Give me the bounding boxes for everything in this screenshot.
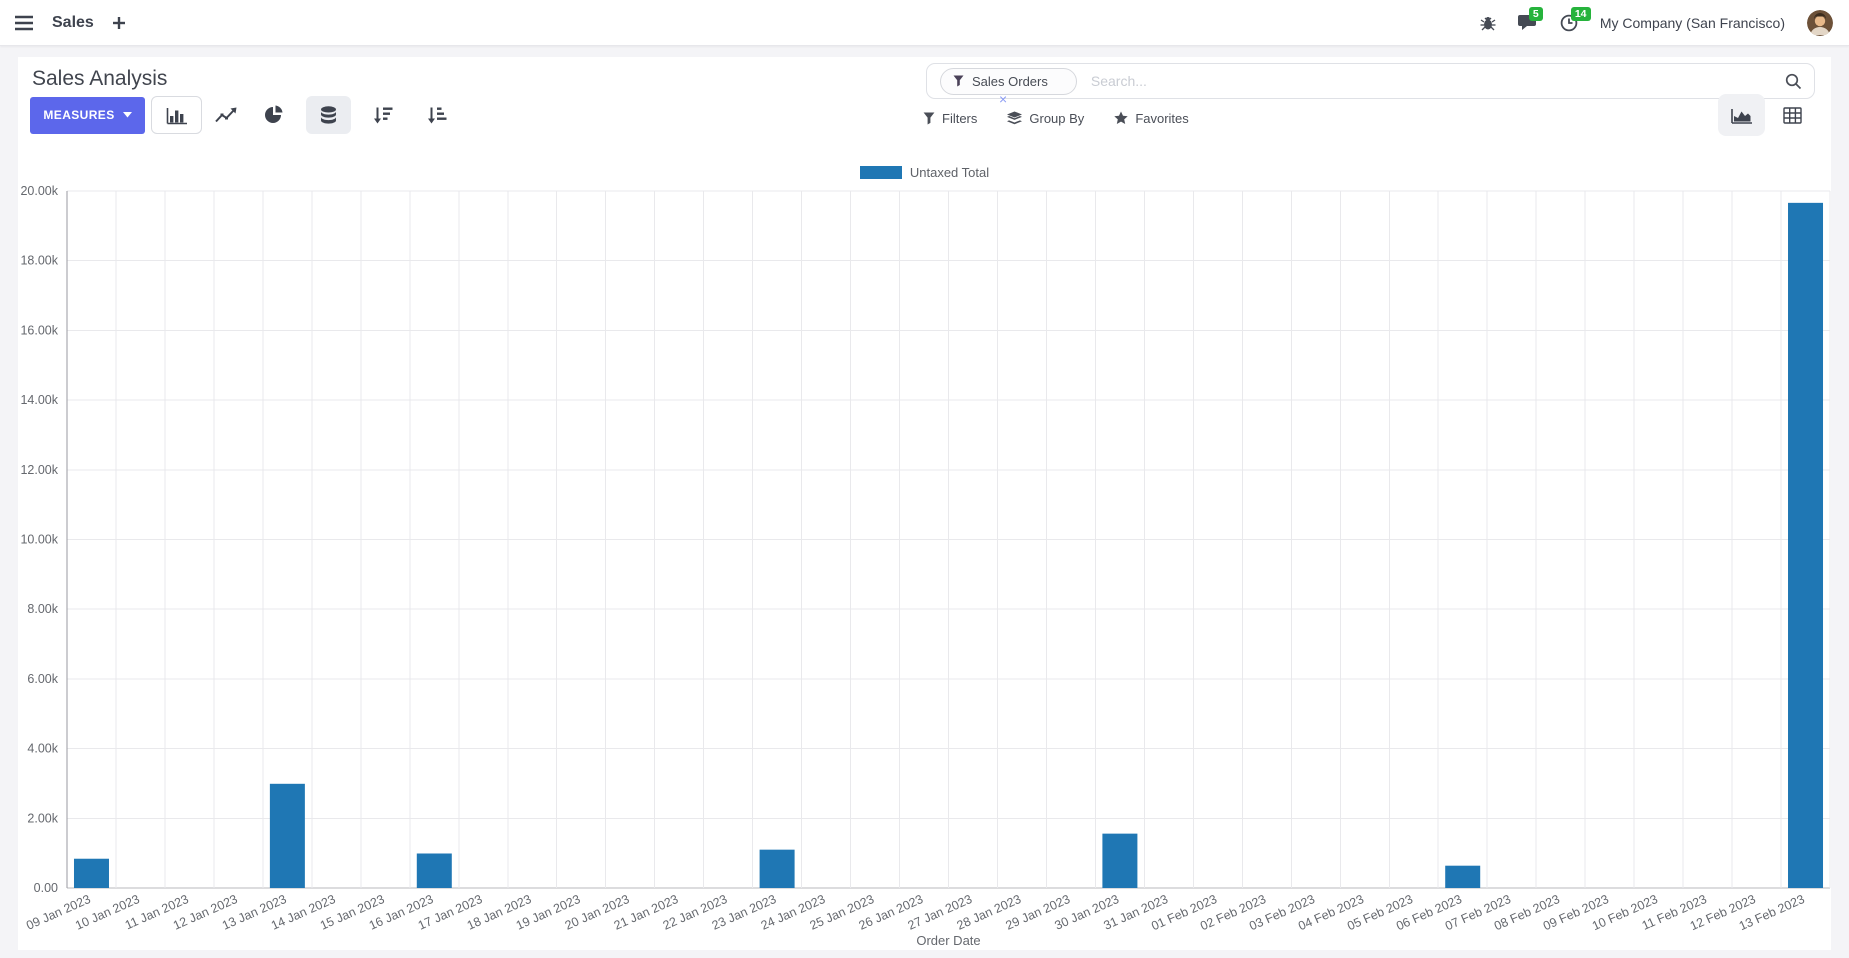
sort-asc-button[interactable] <box>415 96 459 134</box>
filter-funnel-icon <box>953 75 964 87</box>
chart-legend[interactable]: Untaxed Total <box>18 165 1831 180</box>
search-bar[interactable]: Sales Orders × Search... <box>926 63 1815 106</box>
graph-view-icon <box>1730 108 1752 124</box>
facet-remove-icon[interactable]: × <box>999 92 1007 106</box>
search-facet-sales-orders[interactable]: Sales Orders <box>940 67 1077 95</box>
y-tick-label: 6.00k <box>27 672 58 686</box>
groupby-button[interactable]: Group By <box>1007 107 1084 129</box>
bar-16-Jan-2023[interactable] <box>416 853 452 888</box>
chart-svg: 0.00 2.00k 4.00k 6.00k 8.00k 10.00k 12.00k 14.0… <box>20 184 1831 948</box>
y-tick-label: 10.00k <box>20 533 58 547</box>
y-tick-label: 0.00 <box>34 881 58 895</box>
bar-09-Jan-2023[interactable] <box>73 858 109 888</box>
y-tick-label: 16.00k <box>20 323 58 337</box>
bar-chart-icon <box>166 107 187 124</box>
pivot-view-icon <box>1783 106 1802 124</box>
view-switcher <box>1718 94 1816 136</box>
stacked-icon <box>321 105 336 124</box>
line-chart-icon <box>215 107 237 122</box>
search-options-row: Filters Group By Favorites <box>923 107 1189 129</box>
y-tick-label: 20.00k <box>20 184 58 198</box>
menu-toggle-icon[interactable] <box>14 15 34 31</box>
y-tick-label: 4.00k <box>27 742 58 756</box>
stacked-toggle-button[interactable] <box>306 96 351 134</box>
legend-swatch <box>859 166 902 179</box>
filters-label: Filters <box>942 110 978 126</box>
top-navbar: Sales 5 14 My Company (San Francisco) <box>0 0 1849 46</box>
caret-down-icon <box>122 112 132 118</box>
x-axis-title: Order Date <box>916 933 980 948</box>
y-tick-label: 14.00k <box>20 393 58 407</box>
graph-toolbar: MEASURES <box>30 96 459 134</box>
search-icon[interactable] <box>1785 73 1802 90</box>
measures-label: MEASURES <box>43 108 115 122</box>
y-tick-label: 8.00k <box>27 602 58 616</box>
messages-count-badge: 5 <box>1528 7 1543 21</box>
groupby-label: Group By <box>1029 110 1085 126</box>
graph-view-button[interactable] <box>1718 94 1765 136</box>
line-chart-button[interactable] <box>202 96 250 134</box>
sort-desc-button[interactable] <box>361 96 405 134</box>
app-name[interactable]: Sales <box>52 14 94 32</box>
filters-button[interactable]: Filters <box>923 107 977 129</box>
search-facet-label: Sales Orders <box>972 73 1048 89</box>
bar-23-Jan-2023[interactable] <box>759 849 795 888</box>
favorites-star-icon <box>1114 111 1129 124</box>
messages-icon[interactable]: 5 <box>1517 7 1543 31</box>
favorites-button[interactable]: Favorites <box>1114 107 1189 129</box>
sort-asc-icon <box>428 107 447 123</box>
bar-chart-button[interactable] <box>151 96 202 134</box>
plus-icon[interactable] <box>112 16 126 30</box>
avatar[interactable] <box>1807 9 1833 36</box>
company-switcher[interactable]: My Company (San Francisco) <box>1600 15 1785 31</box>
y-tick-label: 18.00k <box>20 254 58 268</box>
content-card: Sales Analysis MEASURES Sales Orders × S… <box>18 57 1831 950</box>
y-tick-label: 12.00k <box>20 463 58 477</box>
debug-bug-icon[interactable] <box>1480 15 1496 31</box>
filters-icon <box>923 112 935 124</box>
measures-button[interactable]: MEASURES <box>30 96 145 134</box>
activities-clock-icon[interactable]: 14 <box>1560 6 1591 32</box>
bar-13-Jan-2023[interactable] <box>269 783 305 888</box>
pie-chart-icon <box>265 105 283 123</box>
activities-count-badge: 14 <box>1570 6 1591 21</box>
page-title: Sales Analysis <box>32 67 168 90</box>
legend-label: Untaxed Total <box>909 165 990 180</box>
groupby-layers-icon <box>1007 111 1023 125</box>
favorites-label: Favorites <box>1135 110 1189 126</box>
search-placeholder: Search... <box>1090 73 1147 89</box>
sort-desc-icon <box>374 107 393 123</box>
bar-13-Feb-2023[interactable] <box>1788 202 1824 888</box>
bar-30-Jan-2023[interactable] <box>1102 833 1138 888</box>
bar-06-Feb-2023[interactable] <box>1445 865 1481 888</box>
pivot-view-button[interactable] <box>1769 94 1816 136</box>
pie-chart-button[interactable] <box>250 96 298 134</box>
y-tick-label: 2.00k <box>27 811 58 825</box>
